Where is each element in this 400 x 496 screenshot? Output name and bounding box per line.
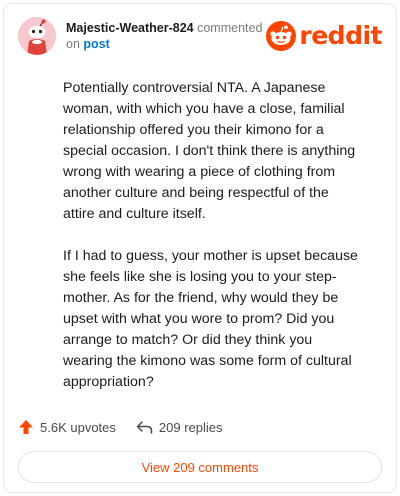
avatar[interactable] [18,17,56,55]
commented-label: commented [197,21,263,35]
reddit-snoo-icon [266,21,297,51]
comment-header: Majestic-Weather-824 commented on post r… [18,17,382,57]
comment-body: Potentially controversial NTA. A Japanes… [63,78,363,414]
reply-arrow-icon [136,421,153,434]
comment-paragraph-2: If I had to guess, your mother is upset … [63,248,358,390]
upvote-arrow-icon [19,420,33,434]
comment-meta: Majestic-Weather-824 commented on post [66,20,262,52]
reddit-logo[interactable]: reddit [266,21,382,51]
upvote-button[interactable]: 5.6K upvotes [18,419,116,435]
reddit-wordmark: reddit [299,21,382,50]
upvote-count: 5.6K upvotes [40,419,116,435]
post-link[interactable]: post [83,37,109,51]
comment-card: Majestic-Weather-824 commented on post r… [3,3,397,493]
snoo-avatar-icon [18,17,56,55]
reply-count: 209 replies [158,419,223,435]
username[interactable]: Majestic-Weather-824 [66,21,194,35]
comment-paragraph-1: Potentially controversial NTA. A Japanes… [63,80,356,222]
comment-actions: 5.6K upvotes 209 replies [18,417,243,437]
on-label: on [66,37,80,51]
replies-button[interactable]: 209 replies [136,419,223,435]
view-comments-button[interactable]: View 209 comments [18,451,382,483]
